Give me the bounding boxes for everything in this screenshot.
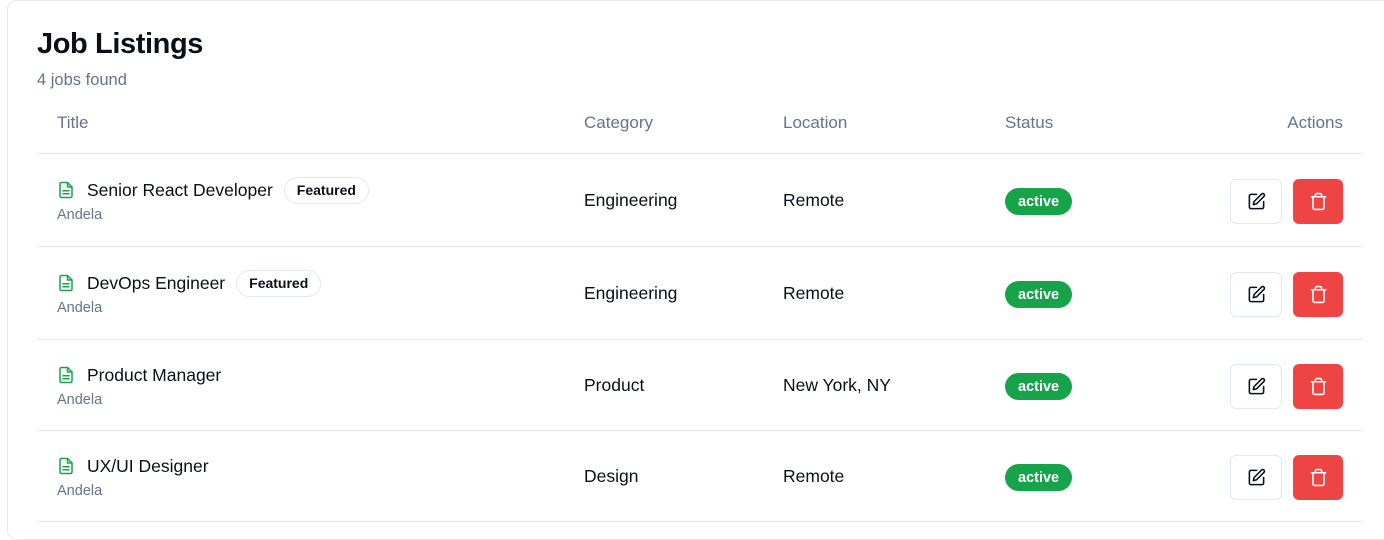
job-title-cell: UX/UI Designer Andela bbox=[57, 452, 209, 500]
featured-badge: Featured bbox=[283, 176, 369, 204]
job-category: Product bbox=[584, 375, 645, 395]
status-badge: active bbox=[1005, 464, 1073, 491]
job-table: Title Category Location Status Actions S… bbox=[37, 100, 1363, 522]
edit-icon bbox=[1247, 468, 1266, 487]
column-header-category: Category bbox=[584, 113, 653, 132]
edit-icon bbox=[1247, 192, 1266, 211]
document-icon bbox=[57, 366, 75, 384]
document-icon bbox=[57, 457, 75, 475]
table-body: Senior React Developer Featured Andela E… bbox=[37, 154, 1363, 522]
trash-icon bbox=[1309, 468, 1328, 487]
job-title: Senior React Developer bbox=[87, 179, 273, 200]
column-header-actions: Actions bbox=[1287, 113, 1343, 132]
trash-icon bbox=[1309, 285, 1328, 304]
document-icon bbox=[57, 181, 75, 199]
table-header: Title Category Location Status Actions bbox=[37, 100, 1363, 154]
column-header-title: Title bbox=[57, 113, 89, 132]
job-location: New York, NY bbox=[783, 375, 891, 395]
table-row: Product Manager Andela Product New York,… bbox=[37, 340, 1363, 431]
trash-icon bbox=[1309, 192, 1328, 211]
status-badge: active bbox=[1005, 373, 1073, 400]
delete-button[interactable] bbox=[1293, 272, 1343, 317]
trash-icon bbox=[1309, 377, 1328, 396]
table-row: UX/UI Designer Andela Design Remote acti… bbox=[37, 431, 1363, 522]
job-category: Engineering bbox=[584, 190, 678, 210]
job-category: Engineering bbox=[584, 283, 678, 303]
delete-button[interactable] bbox=[1293, 364, 1343, 409]
job-title: DevOps Engineer bbox=[87, 272, 226, 293]
job-title: Product Manager bbox=[87, 364, 222, 385]
delete-button[interactable] bbox=[1293, 179, 1343, 224]
results-count: 4 jobs found bbox=[37, 71, 127, 89]
company-name: Andela bbox=[57, 207, 103, 223]
edit-button[interactable] bbox=[1230, 272, 1282, 317]
company-name: Andela bbox=[57, 483, 103, 499]
job-location: Remote bbox=[783, 466, 845, 486]
status-badge: active bbox=[1005, 188, 1073, 215]
job-location: Remote bbox=[783, 190, 845, 210]
page-title: Job Listings bbox=[37, 28, 203, 60]
status-badge: active bbox=[1005, 281, 1073, 308]
edit-button[interactable] bbox=[1230, 455, 1282, 500]
edit-icon bbox=[1247, 377, 1266, 396]
delete-button[interactable] bbox=[1293, 455, 1343, 500]
featured-badge: Featured bbox=[236, 269, 322, 297]
job-category: Design bbox=[584, 466, 639, 486]
column-header-status: Status bbox=[1005, 113, 1054, 132]
edit-button[interactable] bbox=[1230, 179, 1282, 224]
edit-button[interactable] bbox=[1230, 364, 1282, 409]
table-row: DevOps Engineer Featured Andela Engineer… bbox=[37, 247, 1363, 340]
job-title-cell: Product Manager Andela bbox=[57, 361, 222, 409]
edit-icon bbox=[1247, 285, 1266, 304]
job-title: UX/UI Designer bbox=[87, 455, 209, 476]
job-title-cell: DevOps Engineer Featured Andela bbox=[57, 269, 322, 316]
column-header-location: Location bbox=[783, 113, 848, 132]
job-location: Remote bbox=[783, 283, 845, 303]
company-name: Andela bbox=[57, 392, 103, 408]
document-icon bbox=[57, 274, 75, 292]
company-name: Andela bbox=[57, 300, 103, 316]
table-row: Senior React Developer Featured Andela E… bbox=[37, 154, 1363, 247]
job-title-cell: Senior React Developer Featured Andela bbox=[57, 176, 369, 223]
